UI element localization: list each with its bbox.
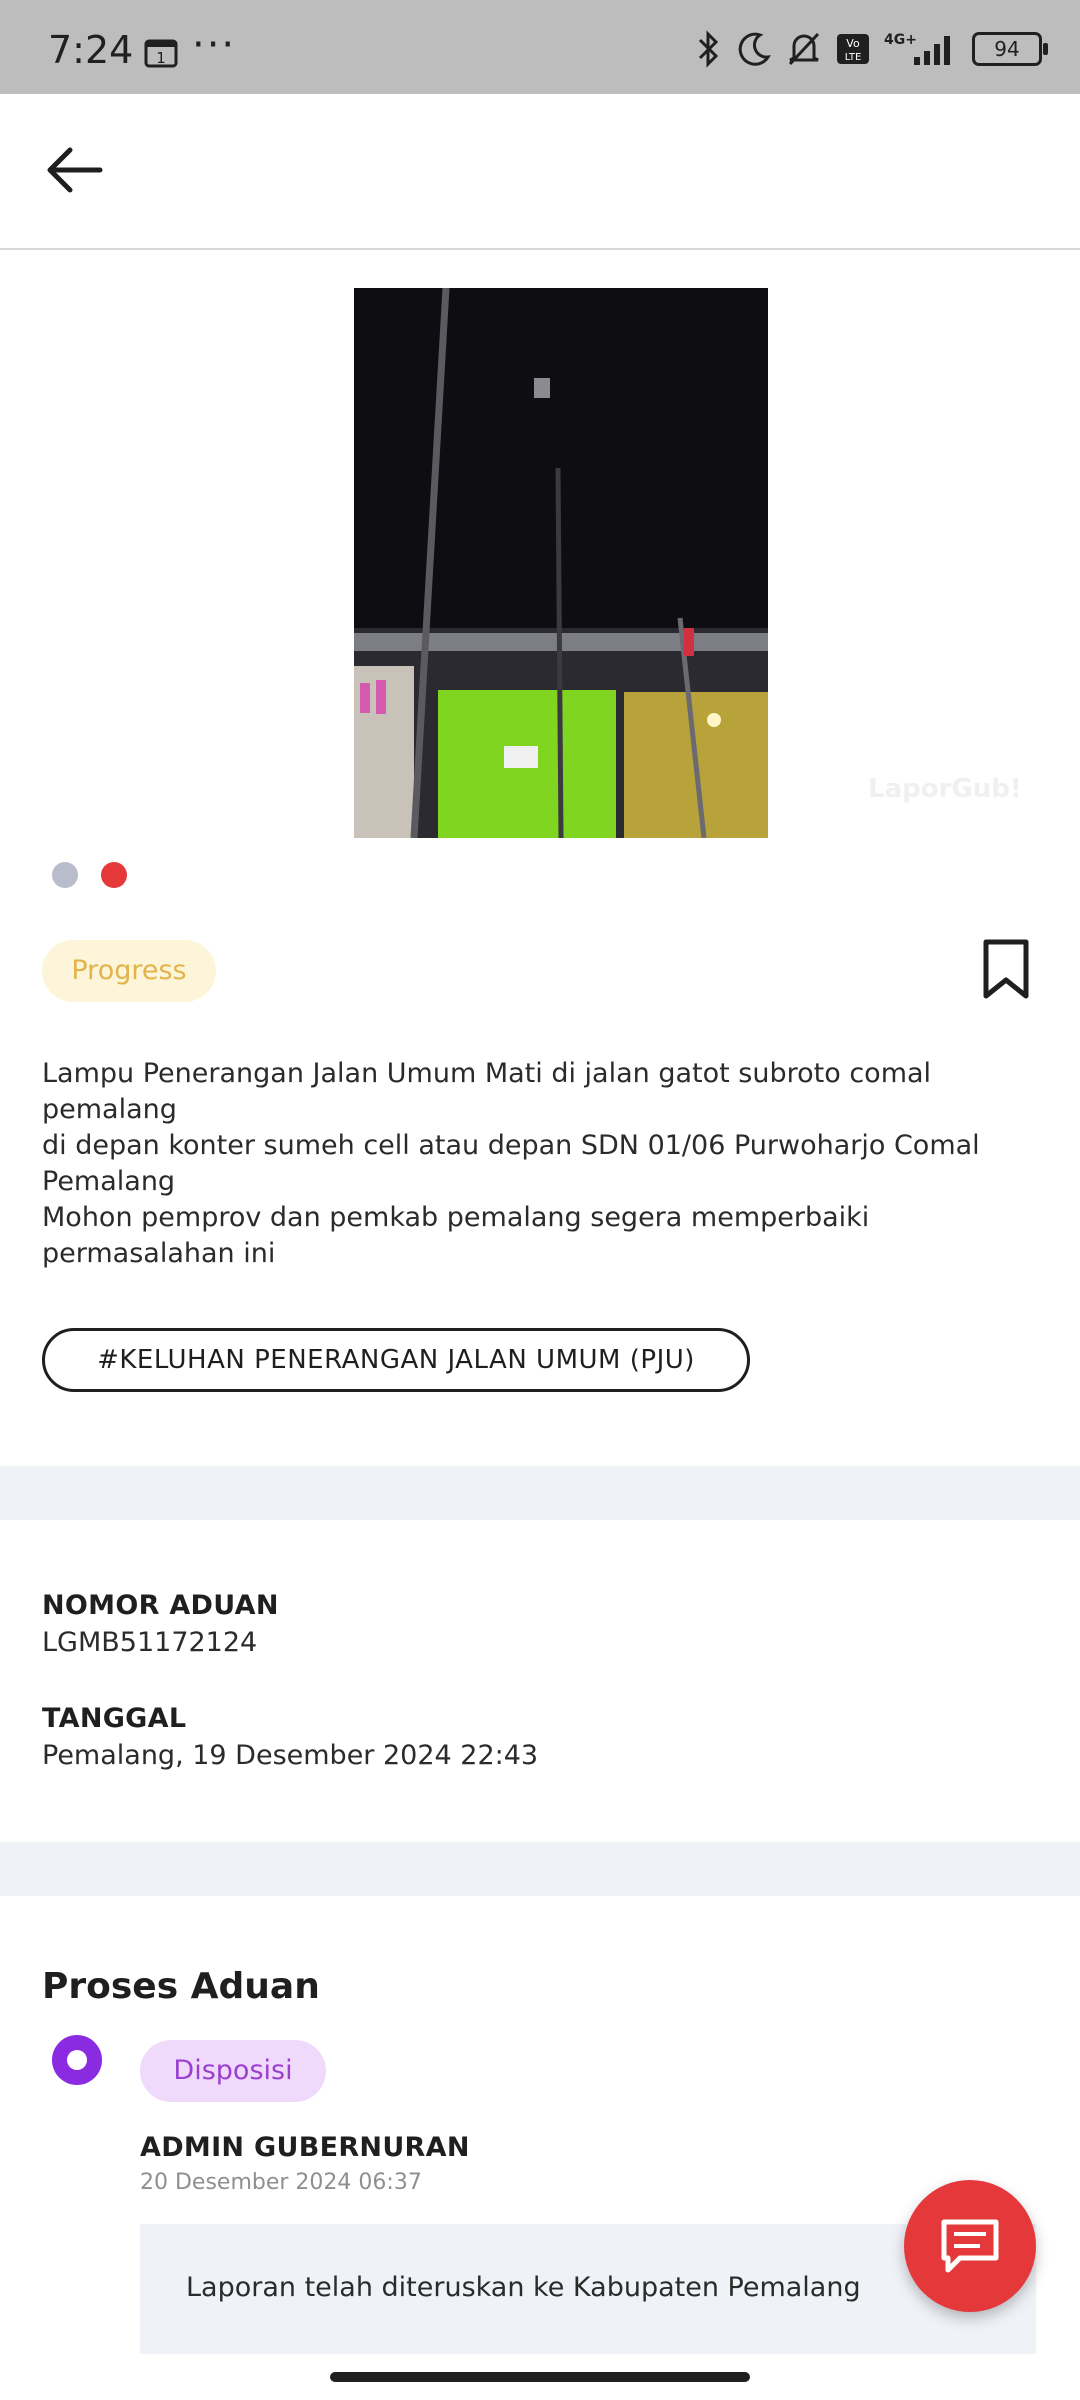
gallery-dot[interactable] [52,862,78,888]
step-note: Laporan telah diteruskan ke Kabupaten Pe… [140,2224,1036,2354]
status-time: 7:24 [48,28,134,72]
nomor-aduan-label: NOMOR ADUAN [42,1590,279,1621]
tanggal-label: TANGGAL [42,1703,187,1734]
status-icons: Vo LTE 4G+ 94 [696,30,1048,68]
home-indicator[interactable] [330,2372,750,2382]
arrow-left-icon [47,147,103,193]
watermark-logo: LaporGub! [868,774,1022,804]
back-button[interactable] [42,138,106,202]
nomor-aduan-value: LGMB51172124 [42,1627,258,1658]
step-note-text: Laporan telah diteruskan ke Kabupaten Pe… [186,2272,861,2303]
bell-off-icon [788,32,820,66]
battery-icon: 94 [972,32,1048,66]
calendar-icon: 1 [144,38,178,72]
volte-icon: Vo LTE [837,34,869,64]
gallery-dot-active[interactable] [101,862,127,888]
section-title: Proses Aduan [42,1966,320,2007]
chat-icon [941,2219,999,2273]
chat-button[interactable] [904,2180,1036,2312]
more-notifications-icon: ··· [192,22,237,68]
status-badge: Progress [42,940,216,1002]
category-tag[interactable]: #KELUHAN PENERANGAN JALAN UMUM (PJU) [42,1328,750,1392]
signal-4g-icon: 4G+ [884,32,950,65]
status-bar: 7:24 1 ··· Vo LTE 4G+ 94 [0,0,1080,94]
bookmark-button[interactable] [978,938,1034,1004]
timeline-dot [52,2035,102,2085]
svg-text:Vo: Vo [846,37,860,50]
tanggal-value: Pemalang, 19 Desember 2024 22:43 [42,1740,539,1771]
moon-icon [738,32,771,66]
section-divider [0,1466,1080,1520]
step-timestamp: 20 Desember 2024 06:37 [140,2170,422,2195]
report-photo[interactable] [354,288,768,838]
app-bar [0,94,1080,250]
battery-level: 94 [994,37,1020,61]
bookmark-icon [983,939,1029,999]
svg-text:4G+: 4G+ [884,32,917,48]
svg-text:LTE: LTE [845,52,862,63]
svg-text:1: 1 [156,49,166,67]
step-badge: Disposisi [140,2040,326,2102]
report-description: Lampu Penerangan Jalan Umum Mati di jala… [42,1058,980,1269]
bluetooth-icon [698,30,719,68]
section-divider [0,1842,1080,1896]
step-author: ADMIN GUBERNURAN [140,2132,470,2163]
